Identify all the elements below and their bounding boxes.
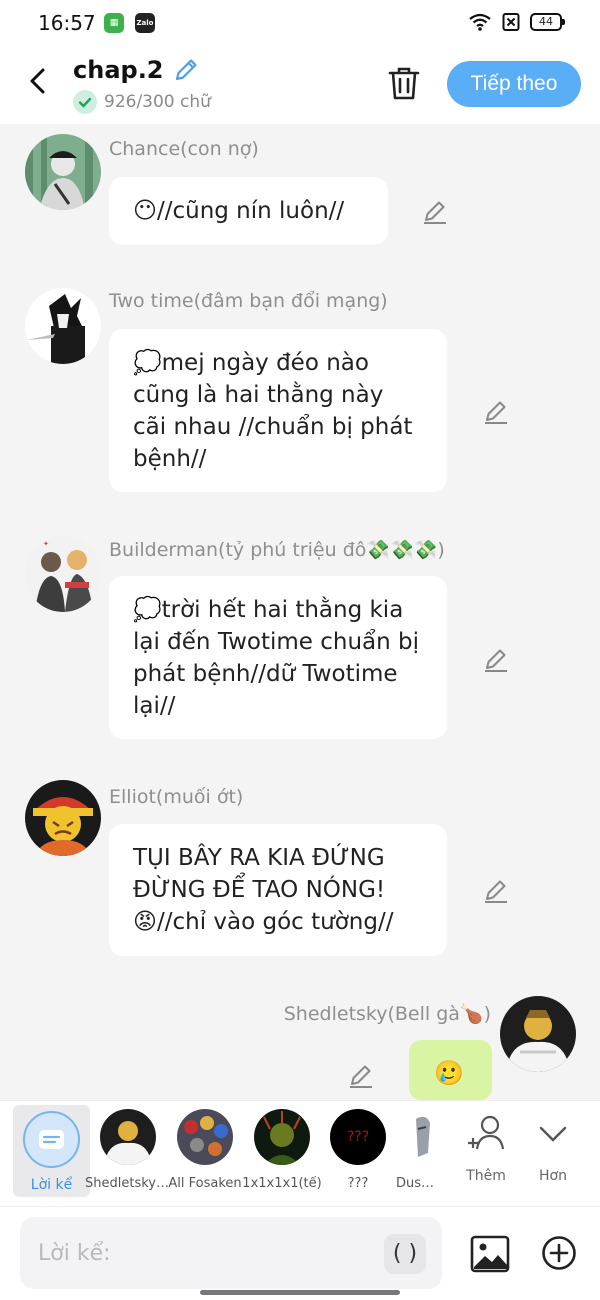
character-label: Dusekkar	[396, 1176, 436, 1191]
edit-icon[interactable]	[421, 197, 449, 225]
paren-button[interactable]: ( )	[384, 1234, 426, 1274]
character-bar: Lời kể Shedletsky(Bell gà🍗) All Fosaken …	[0, 1100, 600, 1206]
plus-icon[interactable]	[541, 1235, 577, 1271]
check-icon	[73, 90, 97, 114]
chance-avatar[interactable]	[25, 134, 101, 210]
character-label: Shedletsky(Bell gà🍗)	[85, 1176, 171, 1191]
message-text: 🥲	[434, 1059, 464, 1087]
edit-icon[interactable]	[482, 876, 510, 904]
edit-icon[interactable]	[347, 1061, 375, 1089]
word-count-row: 926/300 chữ	[73, 90, 211, 114]
battery-level: 44	[539, 15, 553, 28]
message-bubble[interactable]: 😶//cũng nín luôn//	[109, 177, 388, 245]
character-label: All Fosaken	[168, 1176, 242, 1191]
all-fosaken-avatar	[177, 1109, 233, 1165]
page-title: chap.2	[73, 56, 164, 84]
character-option[interactable]: 1x1x1x1(tế)	[242, 1101, 322, 1201]
chat-area[interactable]: Chance(con nợ) 😶//cũng nín luôn// Two ti…	[0, 124, 600, 1100]
back-arrow-icon[interactable]	[22, 64, 56, 98]
narrator-label: Lời kể	[30, 1177, 73, 1193]
add-user-icon[interactable]	[465, 1111, 509, 1155]
character-option[interactable]: All Fosaken	[166, 1101, 244, 1201]
status-time: 16:57	[38, 11, 96, 35]
shedletsky-avatar[interactable]	[500, 996, 576, 1072]
message-bubble[interactable]: 💭mej ngày đéo nào cũng là hai thằng này …	[109, 329, 447, 492]
title-wrap: chap.2	[73, 56, 200, 84]
next-button[interactable]: Tiếp theo	[447, 61, 581, 107]
sender-name: Builderman(tỷ phú triệu đô💸💸💸)	[109, 539, 445, 561]
narrator-icon	[23, 1111, 80, 1168]
status-bar: 16:57 ▦ Zalo 44	[0, 0, 600, 46]
image-icon[interactable]	[470, 1235, 510, 1273]
collapse-label[interactable]: Hơn	[523, 1168, 583, 1184]
sender-name: Elliot(muối ớt)	[109, 786, 244, 808]
zalo-icon: Zalo	[135, 13, 155, 33]
status-icons: 44	[468, 12, 565, 32]
apps-icon: ▦	[104, 13, 124, 33]
narration-input[interactable]	[20, 1217, 442, 1289]
edit-icon[interactable]	[482, 645, 510, 673]
message-bubble[interactable]: TỤI BÂY RA KIA ĐỨNG ĐỪNG ĐỂ TAO NÓNG!😡//…	[109, 824, 447, 956]
no-sim-icon	[502, 13, 520, 31]
builderman-avatar[interactable]: ✦	[25, 536, 101, 612]
sender-name: Shedletsky(Bell gà🍗)	[283, 1003, 491, 1025]
sender-name: Two time(đâm bạn đổi mạng)	[109, 290, 388, 312]
character-label: 1x1x1x1(tế)	[242, 1176, 322, 1191]
word-count: 926/300 chữ	[104, 92, 211, 112]
more-label[interactable]: Thêm	[456, 1168, 516, 1184]
shedletsky-avatar	[100, 1109, 156, 1165]
input-bar: ( )	[0, 1206, 600, 1300]
message-bubble[interactable]: 💭trời hết hai thằng kia lại đến Twotime …	[109, 576, 447, 739]
character-option[interactable]: ??? ???	[319, 1101, 397, 1201]
message-bubble-right[interactable]: 🥲	[409, 1040, 492, 1100]
1x1x1x1-avatar	[254, 1109, 310, 1165]
chevron-down-icon[interactable]	[533, 1119, 573, 1149]
twotime-avatar[interactable]	[25, 288, 101, 364]
svg-text:✦: ✦	[43, 540, 49, 548]
wifi-icon	[469, 13, 491, 31]
sender-name: Chance(con nợ)	[109, 138, 259, 160]
edit-icon[interactable]	[482, 397, 510, 425]
home-indicator[interactable]	[200, 1290, 400, 1295]
trash-icon[interactable]	[386, 64, 422, 102]
battery-icon: 44	[530, 13, 565, 31]
header: chap.2 926/300 chữ Tiếp theo	[0, 46, 600, 124]
character-option[interactable]: Dusekkar	[396, 1101, 436, 1201]
unknown-avatar: ???	[330, 1109, 386, 1165]
character-option[interactable]: Shedletsky(Bell gà🍗)	[85, 1101, 171, 1201]
elliot-avatar[interactable]	[25, 780, 101, 856]
character-label: ???	[347, 1176, 369, 1191]
edit-title-icon[interactable]	[172, 56, 200, 84]
narrator-option[interactable]: Lời kể	[13, 1105, 90, 1197]
dusekkar-avatar	[408, 1109, 436, 1165]
